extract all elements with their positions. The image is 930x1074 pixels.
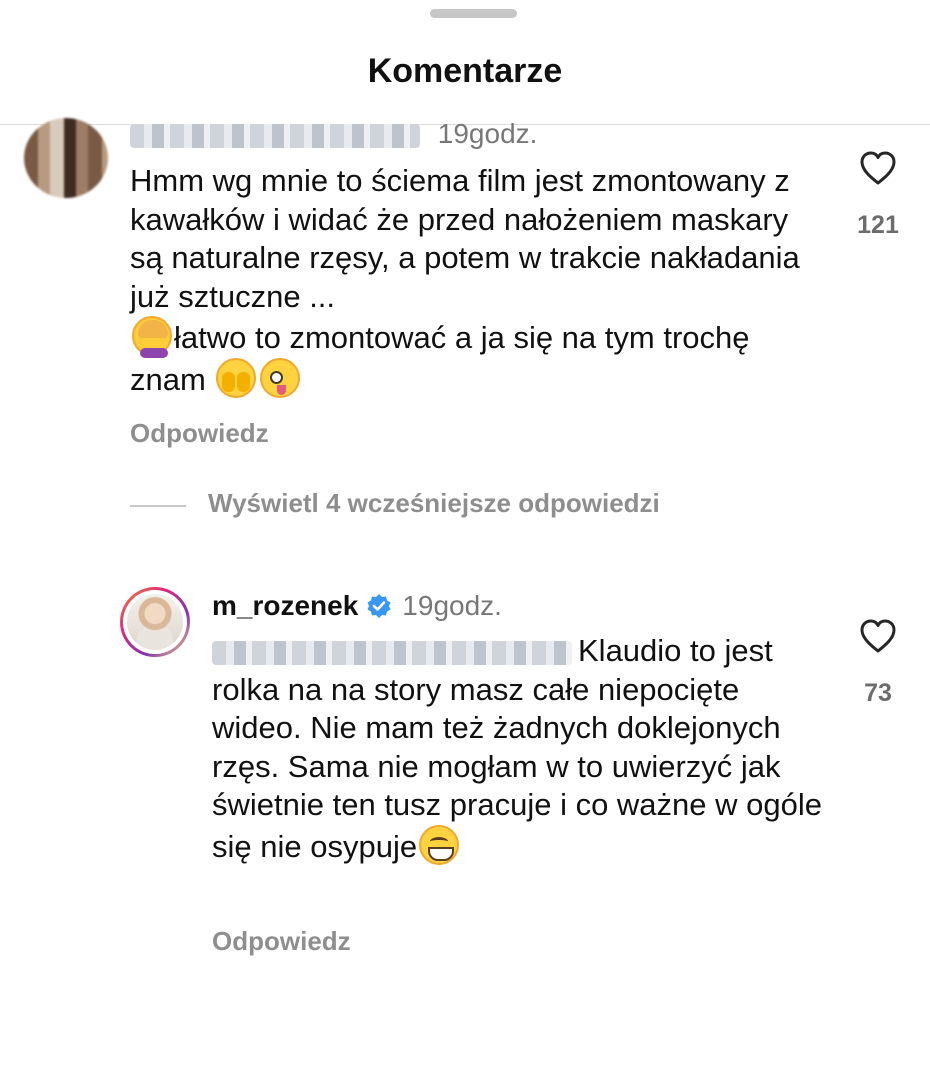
comment-text-body: Hmm wg mnie to ściema film jest zmontowa… <box>130 163 800 314</box>
comments-sheet: Komentarze 19godz. Hmm wg mnie to ściema… <box>0 0 930 1074</box>
reply-meta: m_rozenek 19godz. <box>212 590 502 622</box>
avatar[interactable] <box>120 587 190 657</box>
avatar[interactable] <box>24 118 108 198</box>
winking-tongue-emoji-icon <box>260 357 301 398</box>
replies-line <box>130 505 186 507</box>
like-count: 73 <box>864 679 892 707</box>
comment-meta: 19godz. <box>130 118 537 150</box>
reply-link[interactable]: Odpowiedz <box>130 418 269 449</box>
blurred-username <box>130 123 420 148</box>
sheet-drag-handle[interactable] <box>430 9 517 18</box>
heart-icon[interactable] <box>858 618 898 654</box>
reply-text: Klaudio to jest rolka na na story masz c… <box>212 632 822 866</box>
see-no-evil-emoji-icon <box>216 357 257 398</box>
comment-time: 19godz. <box>437 118 538 149</box>
like-count: 121 <box>857 211 899 239</box>
reply-like: 73 <box>843 618 913 708</box>
reply-text-body: Klaudio to jest rolka na na story masz c… <box>212 633 822 864</box>
avatar-photo <box>127 594 183 650</box>
page-title: Komentarze <box>367 52 563 90</box>
comment-like: 121 <box>843 150 913 240</box>
reply-link[interactable]: Odpowiedz <box>212 926 351 957</box>
comment-text: Hmm wg mnie to ściema film jest zmontowa… <box>130 162 820 399</box>
reply-username[interactable]: m_rozenek <box>212 590 358 621</box>
heart-icon[interactable] <box>858 150 898 186</box>
reply-time: 19godz. <box>402 590 502 621</box>
facepalm-emoji-icon <box>132 316 172 358</box>
view-replies-label[interactable]: Wyświetl 4 wcześniejsze odpowiedzi <box>208 488 660 519</box>
blurred-mention <box>212 640 572 665</box>
verified-badge-icon <box>367 594 391 618</box>
grinning-emoji-icon <box>419 824 460 865</box>
